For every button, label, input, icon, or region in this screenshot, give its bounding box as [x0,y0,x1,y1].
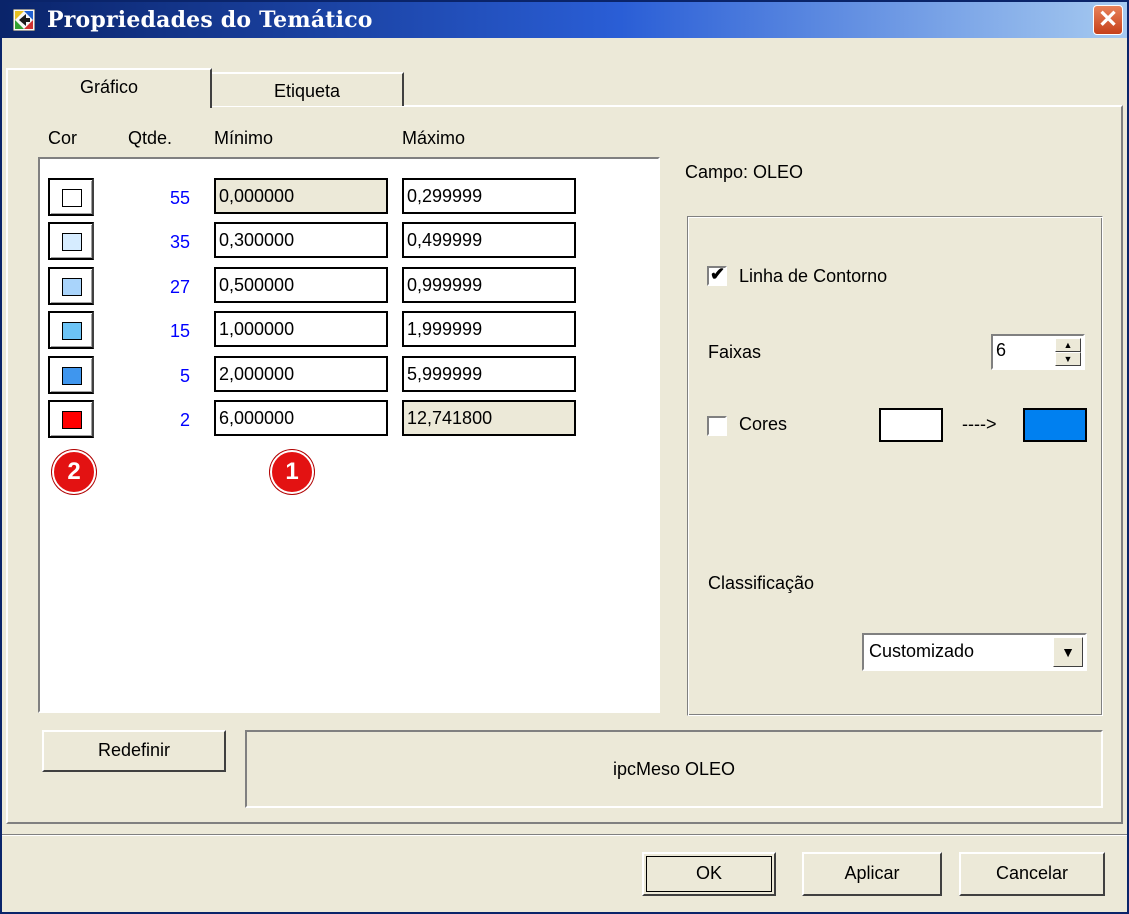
maximo-input: 12,741800 [402,400,576,436]
quantity-value: 55 [169,188,190,208]
status-text: ipcMeso OLEO [245,730,1103,808]
minimo-input[interactable]: 1,000000 [214,311,388,347]
minimo-input[interactable]: 2,000000 [214,356,388,392]
classificacao-label: Classificação [708,573,815,593]
maximo-input[interactable]: 1,999999 [402,311,576,347]
quantity-value: 27 [169,277,190,297]
title-bar[interactable]: Propriedades do Temático ✕ [2,2,1127,38]
color-fill [62,322,82,340]
annotation-badge-2: 2 [52,450,96,494]
annotation-badge-1: 1 [270,450,314,494]
tab-grafico[interactable]: Gráfico [6,68,212,108]
spin-up-icon[interactable]: ▲ [1055,338,1081,352]
redefinir-button[interactable]: Redefinir [42,730,226,772]
quantity-value: 35 [169,232,190,252]
close-icon[interactable]: ✕ [1093,5,1123,35]
color-swatch-button[interactable] [48,400,94,438]
minimo-input[interactable]: 0,300000 [214,222,388,258]
color-fill [62,233,82,251]
color-fill [62,278,82,296]
minimo-input[interactable]: 0,500000 [214,267,388,303]
color-swatch-button[interactable] [48,222,94,260]
minimo-input: 0,000000 [214,178,388,214]
tab-etiqueta[interactable]: Etiqueta [212,72,404,106]
maximo-input[interactable]: 0,999999 [402,267,576,303]
faixas-label: Faixas [708,342,762,362]
linha-contorno-checkbox[interactable]: ✔ [707,264,727,286]
color-to-swatch[interactable] [1023,408,1087,442]
minimo-input[interactable]: 6,000000 [214,400,388,436]
aplicar-button[interactable]: Aplicar [802,852,942,896]
maximo-input[interactable]: 0,499999 [402,222,576,258]
classificacao-value: Customizado [869,641,975,661]
faixas-spinner[interactable]: 6 ▲ ▼ [991,334,1085,370]
maximo-input[interactable]: 5,999999 [402,356,576,392]
color-from-swatch[interactable] [879,408,943,442]
faixas-value[interactable]: 6 [996,340,1006,361]
ok-button[interactable]: OK [642,852,776,896]
app-icon [13,9,35,31]
window-title: Propriedades do Temático [47,7,373,33]
column-header-minimo: Mínimo [214,128,274,148]
column-header-maximo: Máximo [402,128,466,148]
dialog-window: Propriedades do Temático ✕ Gráfico Etiqu… [0,0,1129,914]
column-header-cor: Cor [48,128,78,148]
color-fill [62,189,82,207]
color-swatch-button[interactable] [48,311,94,349]
cores-checkbox[interactable] [707,416,727,436]
quantity-value: 5 [179,366,190,386]
color-fill [62,411,82,429]
color-swatch-button[interactable] [48,356,94,394]
maximo-input[interactable]: 0,299999 [402,178,576,214]
color-swatch-button[interactable] [48,267,94,305]
chevron-down-icon[interactable]: ▼ [1053,637,1083,667]
check-icon: ✔ [710,264,726,284]
cancelar-button[interactable]: Cancelar [959,852,1105,896]
column-header-qtde: Qtde. [128,128,173,148]
color-swatch-button[interactable] [48,178,94,216]
separator [2,834,1127,836]
cores-label[interactable]: Cores [739,414,787,435]
spin-down-icon[interactable]: ▼ [1055,352,1081,366]
quantity-value: 2 [179,410,190,430]
linha-contorno-label[interactable]: Linha de Contorno [739,266,887,287]
arrow-label: ----> [962,414,997,434]
quantity-value: 15 [169,321,190,341]
color-fill [62,367,82,385]
campo-label: Campo: OLEO [685,162,804,182]
classificacao-select[interactable]: Customizado ▼ [862,633,1087,671]
